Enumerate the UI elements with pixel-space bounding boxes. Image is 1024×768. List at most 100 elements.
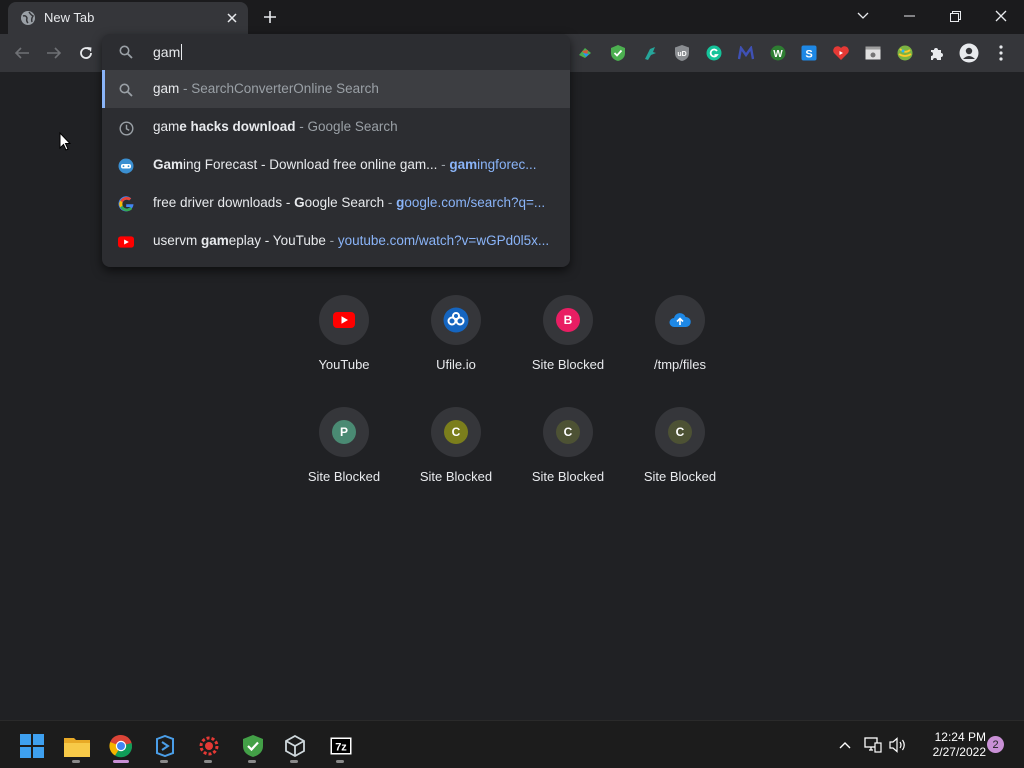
youtube-heart-extension-icon[interactable] xyxy=(831,43,851,63)
forward-arrow-icon[interactable] xyxy=(41,40,67,66)
shortcut-tile[interactable]: Ufile.io xyxy=(400,295,512,395)
shortcut-label: Ufile.io xyxy=(436,357,476,372)
editor-icon xyxy=(156,735,174,757)
start-button[interactable] xyxy=(12,729,52,763)
network-icon[interactable] xyxy=(863,735,883,755)
letter-avatar-icon: P xyxy=(319,407,369,457)
shortcut-label: YouTube xyxy=(318,357,370,372)
globe-extension-icon[interactable] xyxy=(895,43,915,63)
vscode-like-taskbar-item[interactable] xyxy=(145,729,185,763)
minimize-button[interactable] xyxy=(886,0,932,32)
new-tab-button[interactable] xyxy=(258,5,282,29)
close-window-button[interactable] xyxy=(978,0,1024,32)
windows-taskbar: 7z 12:24 PM 2/27/2022 2 xyxy=(0,720,1024,768)
shortcut-label: Site Blocked xyxy=(531,357,605,372)
youtube-icon xyxy=(319,295,369,345)
letter-avatar-icon: C xyxy=(655,407,705,457)
reload-icon[interactable] xyxy=(73,40,99,66)
shortcut-tile[interactable]: C Site Blocked xyxy=(512,407,624,507)
cloud-upload-icon xyxy=(655,295,705,345)
tab-search-chevron-icon[interactable] xyxy=(840,0,886,32)
shortcut-label: /tmp/files xyxy=(653,357,706,372)
tab-new-tab[interactable]: New Tab xyxy=(8,2,248,34)
svg-text:uD: uD xyxy=(677,51,686,58)
svg-text:S: S xyxy=(805,49,812,61)
folder-icon xyxy=(64,738,90,757)
omnibox-suggestion[interactable]: Gaming Forecast - Download free online g… xyxy=(102,146,570,184)
suggestion-text: free driver downloads - Google Search - … xyxy=(153,195,546,210)
m-extension-icon[interactable] xyxy=(736,43,756,63)
mouse-cursor-icon xyxy=(59,132,71,151)
shortcut-label: Site Blocked xyxy=(307,469,381,484)
shortcut-tile[interactable]: /tmp/files xyxy=(624,295,736,395)
omnibox-value: gam xyxy=(153,44,181,60)
shield-check-icon[interactable] xyxy=(608,43,628,63)
shortcut-label: Site Blocked xyxy=(419,469,493,484)
omnibox-dropdown: gam gam - SearchConverterOnline Search ga… xyxy=(102,34,570,267)
7zip-taskbar-item[interactable]: 7z xyxy=(321,729,361,763)
omnibox-suggestion[interactable]: gam - SearchConverterOnline Search xyxy=(102,70,570,108)
windows-logo-icon xyxy=(20,734,44,758)
omnibox-suggestion[interactable]: game hacks download - Google Search xyxy=(102,108,570,146)
show-hidden-icons-chevron-icon[interactable] xyxy=(835,735,855,755)
omnibox-suggestion[interactable]: free driver downloads - Google Search - … xyxy=(102,184,570,222)
letter-avatar-icon: C xyxy=(543,407,593,457)
suggestion-text: game hacks download - Google Search xyxy=(153,119,398,134)
shortcut-tile[interactable]: P Site Blocked xyxy=(288,407,400,507)
profile-avatar-icon[interactable] xyxy=(959,43,979,63)
shortcut-label: Site Blocked xyxy=(643,469,717,484)
globe-icon xyxy=(21,11,35,25)
shortcut-tile[interactable]: B Site Blocked xyxy=(512,295,624,395)
search-icon xyxy=(119,45,133,59)
suggestion-text: Gaming Forecast - Download free online g… xyxy=(153,157,537,172)
puzzle-extensions-icon[interactable] xyxy=(927,43,947,63)
svg-text:7z: 7z xyxy=(335,742,347,754)
clock-time: 12:24 PM xyxy=(934,730,986,744)
omnibox-input[interactable]: gam xyxy=(102,34,570,70)
shield-app-taskbar-item[interactable] xyxy=(233,729,273,763)
window-extension-icon[interactable] xyxy=(863,43,883,63)
cube-icon xyxy=(285,735,305,757)
extension-colorful-icon[interactable] xyxy=(575,43,595,63)
gaming-forecast-icon xyxy=(118,158,134,174)
letter-avatar-icon: B xyxy=(543,295,593,345)
search-icon xyxy=(118,82,134,98)
omnibox-suggestion[interactable]: uservm gameplay - YouTube - youtube.com/… xyxy=(102,222,570,260)
shortcut-label: Site Blocked xyxy=(531,469,605,484)
gear-app-taskbar-item[interactable] xyxy=(189,729,229,763)
7zip-icon: 7z xyxy=(330,737,352,755)
ufile-icon xyxy=(431,295,481,345)
s-extension-icon[interactable]: S xyxy=(799,43,819,63)
clock-date: 2/27/2022 xyxy=(932,745,986,759)
youtube-icon xyxy=(118,234,134,250)
notification-badge[interactable]: 2 xyxy=(987,736,1004,753)
green-shield-icon xyxy=(243,735,263,757)
suggestion-text: gam - SearchConverterOnline Search xyxy=(153,81,379,96)
file-explorer-taskbar-item[interactable] xyxy=(57,729,97,763)
grammarly-icon[interactable] xyxy=(704,43,724,63)
shortcut-tile[interactable]: C Site Blocked xyxy=(400,407,512,507)
text-caret xyxy=(181,44,183,60)
virtualbox-taskbar-item[interactable] xyxy=(275,729,315,763)
volume-icon[interactable] xyxy=(888,735,908,755)
google-icon xyxy=(118,196,134,212)
back-arrow-icon[interactable] xyxy=(9,40,35,66)
tab-title: New Tab xyxy=(44,10,95,25)
shortcut-tile[interactable]: C Site Blocked xyxy=(624,407,736,507)
svg-text:W: W xyxy=(773,49,783,60)
restore-button[interactable] xyxy=(932,0,978,32)
shortcut-tile[interactable]: YouTube xyxy=(288,295,400,395)
ublock-origin-icon[interactable]: uD xyxy=(672,43,692,63)
system-clock[interactable]: 12:24 PM 2/27/2022 xyxy=(912,730,986,760)
menu-kebab-icon[interactable] xyxy=(991,43,1011,63)
w-extension-icon[interactable]: W xyxy=(768,43,788,63)
tab-close-icon[interactable] xyxy=(222,8,242,28)
bird-extension-icon[interactable] xyxy=(640,43,660,63)
tab-strip: New Tab xyxy=(0,0,1024,34)
chrome-icon xyxy=(109,734,133,758)
suggestion-text: uservm gameplay - YouTube - youtube.com/… xyxy=(153,233,550,248)
letter-avatar-icon: C xyxy=(431,407,481,457)
chrome-taskbar-item[interactable] xyxy=(101,729,141,763)
red-gear-icon xyxy=(199,736,219,756)
history-icon xyxy=(118,120,134,136)
